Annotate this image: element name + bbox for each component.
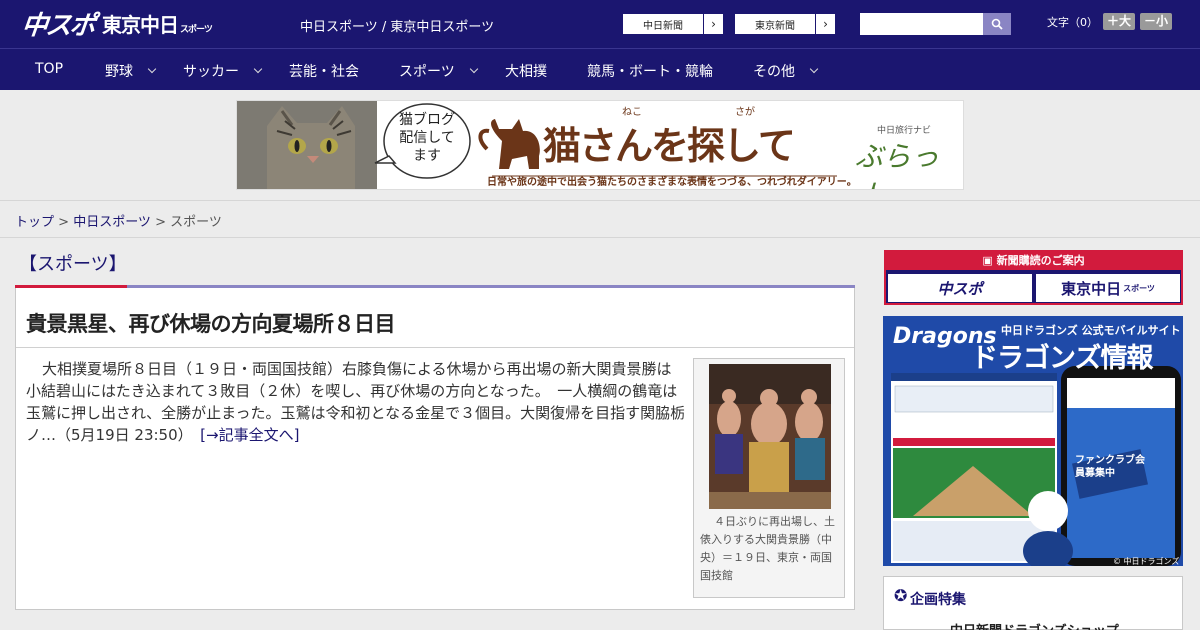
nav-sumo[interactable]: 大相撲	[505, 61, 547, 81]
article-card: 貴景黒星、再び休場の方向夏場所８日目 大相撲夏場所８日目（１９日・両国国技館）右…	[15, 288, 855, 610]
breadcrumb-section[interactable]: 中日スポーツ	[73, 215, 151, 230]
ad-bubble-text: 猫ブログ配信してます	[399, 112, 455, 164]
chunichi-shimbun-link[interactable]: 中日新聞 ›	[622, 13, 724, 35]
search-box	[860, 13, 1011, 35]
nav-racing[interactable]: 競馬・ボート・競輪	[587, 61, 713, 81]
article-photo[interactable]: ４日ぶりに再出場し、土俵入りする大関貴景勝（中央）＝１９日、東京・両国国技館	[693, 358, 845, 598]
article-headline[interactable]: 貴景黒星、再び休場の方向夏場所８日目	[26, 308, 396, 338]
ad-title: 猫さんを探して	[543, 124, 796, 168]
font-smaller-button[interactable]: －小	[1140, 13, 1173, 30]
nav-entertainment[interactable]: 芸能・社会	[289, 61, 359, 81]
tokyo-shimbun-link[interactable]: 東京新聞 ›	[734, 13, 836, 35]
subscribe-tokyo-chunichi-button[interactable]: 東京中日 スポーツ	[1036, 274, 1180, 302]
font-larger-button[interactable]: ＋大	[1103, 13, 1136, 30]
breadcrumb-home[interactable]: トップ	[15, 215, 54, 230]
read-more-link[interactable]: [→記事全文へ]	[200, 426, 299, 444]
subscription-box: ▣ 新聞購読のご案内 中スポ 東京中日 スポーツ	[884, 250, 1183, 305]
ribbon-icon: ✪	[894, 586, 908, 605]
search-input[interactable]	[860, 13, 983, 35]
logo-chusupo: 中スポ	[20, 10, 96, 41]
top-header: 中スポ 東京中日 スポーツ 中日スポーツ / 東京中日スポーツ 中日新聞 › 東京…	[0, 0, 1200, 48]
chevron-right-icon: ›	[815, 14, 835, 34]
search-button[interactable]	[983, 13, 1011, 35]
main-nav: TOP 野球 サッカー 芸能・社会 スポーツ 大相撲 競馬・ボート・競輪 その他	[0, 48, 1200, 90]
feature-section: ✪ 企画特集 中日新聞ドラゴンズショップ	[883, 576, 1183, 630]
font-size-label: 文字（0）	[1047, 15, 1098, 29]
ad-banner[interactable]: 猫ブログ配信してます ねこ さが 猫さんを探して 中日旅行ナビ ぶらっ人 日常や…	[236, 100, 964, 190]
category-heading: 【スポーツ】	[19, 254, 127, 275]
nav-top[interactable]: TOP	[35, 61, 63, 77]
font-size-control: 文字（0） ＋大 －小	[1047, 13, 1173, 30]
search-icon	[991, 18, 1003, 30]
logo-tokyo-chunichi: 東京中日 スポーツ	[102, 12, 213, 37]
sumo-photo	[709, 364, 831, 509]
article-body: 大相撲夏場所８日目（１９日・両国国技館）右膝負傷による休場から再出場の新大関貴景…	[26, 360, 686, 444]
chevron-right-icon: ›	[703, 14, 723, 34]
nav-soccer[interactable]: サッカー	[183, 61, 263, 81]
chevron-down-icon	[253, 64, 263, 74]
dragons-big-text: ドラゴンズ情報	[971, 343, 1153, 374]
site-logo[interactable]: 中スポ 東京中日 スポーツ	[20, 6, 213, 41]
feature-title: 企画特集	[910, 592, 966, 608]
feature-item-link[interactable]: 中日新聞ドラゴンズショップ	[950, 620, 1119, 630]
breadcrumb-current: スポーツ	[170, 215, 222, 230]
newspaper-icon: ▣	[982, 254, 997, 267]
dragons-copyright: © 中日ドラゴンズ	[1113, 557, 1180, 566]
subscribe-chusupo-button[interactable]: 中スポ	[888, 274, 1032, 302]
chevron-down-icon	[809, 64, 819, 74]
divider	[16, 347, 854, 348]
breadcrumb: トップ > 中日スポーツ > スポーツ	[0, 200, 1200, 238]
chevron-down-icon	[147, 64, 157, 74]
chevron-down-icon	[469, 64, 478, 74]
nav-other[interactable]: その他	[753, 61, 819, 81]
dragons-mobile-banner[interactable]: Dragons 中日ドラゴンズ 公式モバイルサイト ドラゴンズ情報 ファンクラブ…	[883, 316, 1183, 566]
subscribe-header: ▣ 新聞購読のご案内	[886, 252, 1181, 270]
nav-sports[interactable]: スポーツ	[399, 61, 478, 81]
site-links[interactable]: 中日スポーツ / 東京中日スポーツ	[300, 16, 494, 35]
nav-baseball[interactable]: 野球	[105, 61, 157, 81]
photo-caption: ４日ぶりに再出場し、土俵入りする大関貴景勝（中央）＝１９日、東京・両国国技館	[700, 515, 835, 582]
fanclub-badge: ファンクラブ会員募集中	[1075, 455, 1145, 479]
ad-brand: ぶらっ人	[855, 140, 940, 189]
ad-tagline: 日常や旅の途中で出会う猫たちのさまざまな表情をつづる、つれづれダイアリー。	[487, 177, 857, 188]
